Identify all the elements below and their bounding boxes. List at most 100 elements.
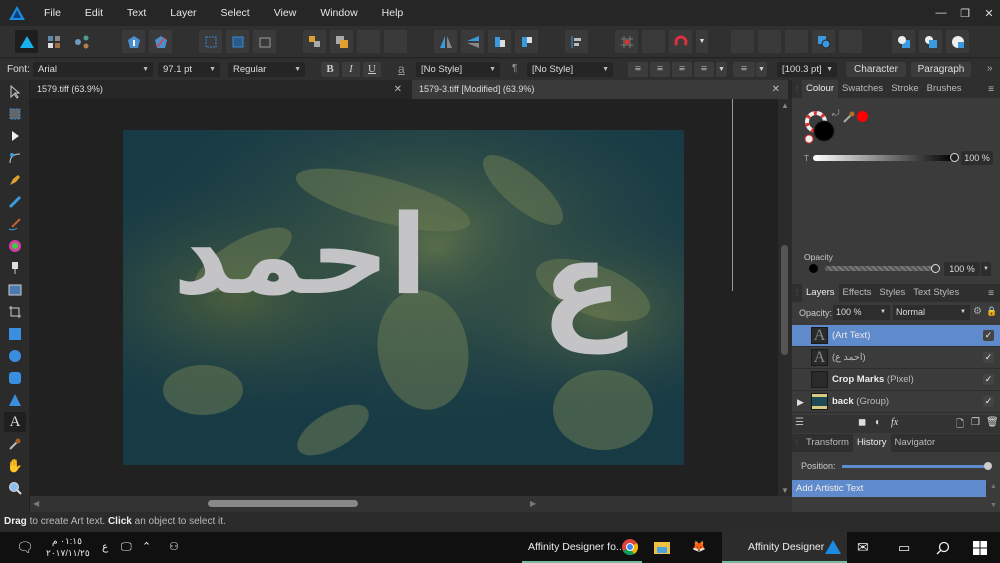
- export-persona-button[interactable]: [70, 30, 93, 53]
- windows-start-icon[interactable]: [973, 541, 987, 555]
- panel-menu-icon[interactable]: ≡: [988, 288, 994, 299]
- opacity-value[interactable]: 100 %: [944, 262, 980, 276]
- scroll-down-icon[interactable]: ▼: [781, 486, 789, 495]
- close-tab-icon[interactable]: ✕: [772, 80, 780, 99]
- horizontal-scrollbar[interactable]: ◀ ▶: [30, 496, 792, 512]
- panel-grip-icon[interactable]: ⁞: [792, 84, 802, 94]
- zoom-tool-icon[interactable]: [4, 478, 26, 498]
- snapping-magnet-button[interactable]: [669, 30, 692, 53]
- menu-layer[interactable]: Layer: [158, 0, 208, 26]
- clock[interactable]: ٠١:١٥ م ٢٠١٧/١١/٢٥: [46, 535, 90, 559]
- delete-layer-icon[interactable]: 🗑: [986, 417, 999, 428]
- tab-text-styles[interactable]: Text Styles: [909, 284, 963, 302]
- fill-tool-icon[interactable]: [4, 236, 26, 256]
- font-size-select[interactable]: 97.1 pt ▼: [158, 62, 220, 77]
- layer-visibility-checkbox[interactable]: ✓: [983, 330, 994, 341]
- scroll-up-icon[interactable]: ▲: [781, 101, 789, 110]
- move-tool-icon[interactable]: [4, 82, 26, 102]
- history-scroll-up-icon[interactable]: ▲: [990, 483, 997, 490]
- panel-menu-icon[interactable]: ≡: [988, 84, 994, 95]
- tint-slider-thumb[interactable]: [950, 153, 959, 162]
- network-icon[interactable]: 🖵: [121, 532, 132, 563]
- menu-window[interactable]: Window: [308, 0, 369, 26]
- layer-row-ahmad[interactable]: A (احمد ع) ✓: [792, 347, 1000, 369]
- folder-icon[interactable]: [654, 540, 670, 554]
- menu-file[interactable]: File: [34, 0, 73, 26]
- insert-top-button[interactable]: [919, 30, 942, 53]
- transparency-tool-icon[interactable]: [4, 258, 26, 278]
- rotate-right-button[interactable]: [515, 30, 538, 53]
- menu-text[interactable]: Text: [115, 0, 158, 26]
- more-icon[interactable]: »: [987, 63, 993, 74]
- font-family-select[interactable]: Arial ▼: [33, 62, 153, 77]
- history-scroll-down-icon[interactable]: ▼: [990, 502, 997, 509]
- tab-colour[interactable]: Colour: [802, 80, 838, 98]
- panel-grip-icon[interactable]: ⁞: [792, 438, 802, 448]
- layer-settings-gear-icon[interactable]: ⚙: [973, 306, 982, 317]
- flip-vertical-button[interactable]: [461, 30, 484, 53]
- insert-behind-button[interactable]: [892, 30, 915, 53]
- layer-visibility-checkbox[interactable]: ✓: [983, 396, 994, 407]
- arrange-disabled-2[interactable]: [384, 30, 407, 53]
- add-layer-icon[interactable]: 🗋: [956, 417, 964, 434]
- boolean-xor-button[interactable]: [812, 30, 835, 53]
- tab-history[interactable]: History: [852, 434, 891, 452]
- panel-grip-icon[interactable]: ⁞: [792, 288, 802, 298]
- no-upload-button[interactable]: [149, 30, 172, 53]
- tint-slider[interactable]: [813, 155, 954, 161]
- designer-persona-button[interactable]: [15, 30, 38, 53]
- justify-button[interactable]: ≡: [694, 62, 714, 77]
- place-image-tool-icon[interactable]: [4, 280, 26, 300]
- hand-tool-icon[interactable]: ✋: [4, 456, 26, 476]
- artistic-text-tool-icon[interactable]: A: [4, 412, 26, 432]
- select-all-button[interactable]: [226, 30, 249, 53]
- pencil-tool-icon[interactable]: [4, 192, 26, 212]
- lock-icon[interactable]: 🔒: [986, 306, 997, 317]
- eyedropper-icon[interactable]: [842, 110, 856, 124]
- people-icon[interactable]: ⚇: [169, 532, 179, 563]
- minimize-button[interactable]: —: [930, 0, 952, 26]
- tint-value[interactable]: 100 %: [961, 151, 993, 165]
- artboard-tool-icon[interactable]: [4, 104, 26, 124]
- boolean-add-button[interactable]: [731, 30, 754, 53]
- character-style-select[interactable]: [No Style] ▼: [416, 62, 500, 77]
- leading-select[interactable]: [100.3 pt] ▼: [777, 62, 837, 77]
- horizontal-scroll-thumb[interactable]: [208, 500, 358, 507]
- rectangle-tool-icon[interactable]: [4, 324, 26, 344]
- underline-button[interactable]: U: [363, 62, 381, 77]
- scroll-left-icon[interactable]: ◀: [33, 499, 39, 508]
- task-view-icon[interactable]: ▭: [898, 532, 910, 563]
- taskbar-chrome[interactable]: Affinity Designer fo...: [522, 532, 642, 563]
- pen-tool-icon[interactable]: [4, 170, 26, 190]
- blend-mode-select[interactable]: Normal ▼: [893, 305, 970, 320]
- transform-mode-button[interactable]: [253, 30, 276, 53]
- search-icon[interactable]: [936, 541, 950, 555]
- tab-stroke[interactable]: Stroke: [887, 80, 922, 98]
- character-button[interactable]: Character: [846, 62, 906, 77]
- insert-inside-button[interactable]: [946, 30, 969, 53]
- font-style-select[interactable]: Regular ▼: [228, 62, 305, 77]
- boolean-divide-button[interactable]: [839, 30, 862, 53]
- arrange-back-button[interactable]: [303, 30, 326, 53]
- expand-arrow-icon[interactable]: ▶: [797, 391, 804, 413]
- align-right-button[interactable]: ≡: [672, 62, 692, 77]
- snapping-dropdown[interactable]: ▼: [696, 30, 708, 53]
- tab-brushes[interactable]: Brushes: [923, 80, 966, 98]
- tab-swatches[interactable]: Swatches: [838, 80, 887, 98]
- tab-1579-3[interactable]: 1579-3.tiff [Modified] (63.9%) ✕: [412, 80, 788, 99]
- vertical-align-dropdown[interactable]: ▼: [756, 62, 767, 77]
- crop-tool-icon[interactable]: [4, 302, 26, 322]
- layer-visibility-checkbox[interactable]: ✓: [983, 352, 994, 363]
- paragraph-button[interactable]: Paragraph: [911, 62, 971, 77]
- opacity-slider[interactable]: [825, 266, 935, 271]
- history-item[interactable]: Add Artistic Text: [792, 480, 986, 497]
- align-button[interactable]: [565, 30, 588, 53]
- notifications-icon[interactable]: 🗨: [16, 532, 34, 563]
- triangle-tool-icon[interactable]: [4, 390, 26, 410]
- corner-tool-icon[interactable]: [4, 148, 26, 168]
- restore-button[interactable]: ❐: [954, 0, 976, 26]
- boolean-subtract-button[interactable]: [758, 30, 781, 53]
- mask-icon[interactable]: ◼: [858, 417, 866, 428]
- tab-layers[interactable]: Layers: [802, 284, 839, 302]
- mail-icon[interactable]: ✉: [857, 532, 869, 563]
